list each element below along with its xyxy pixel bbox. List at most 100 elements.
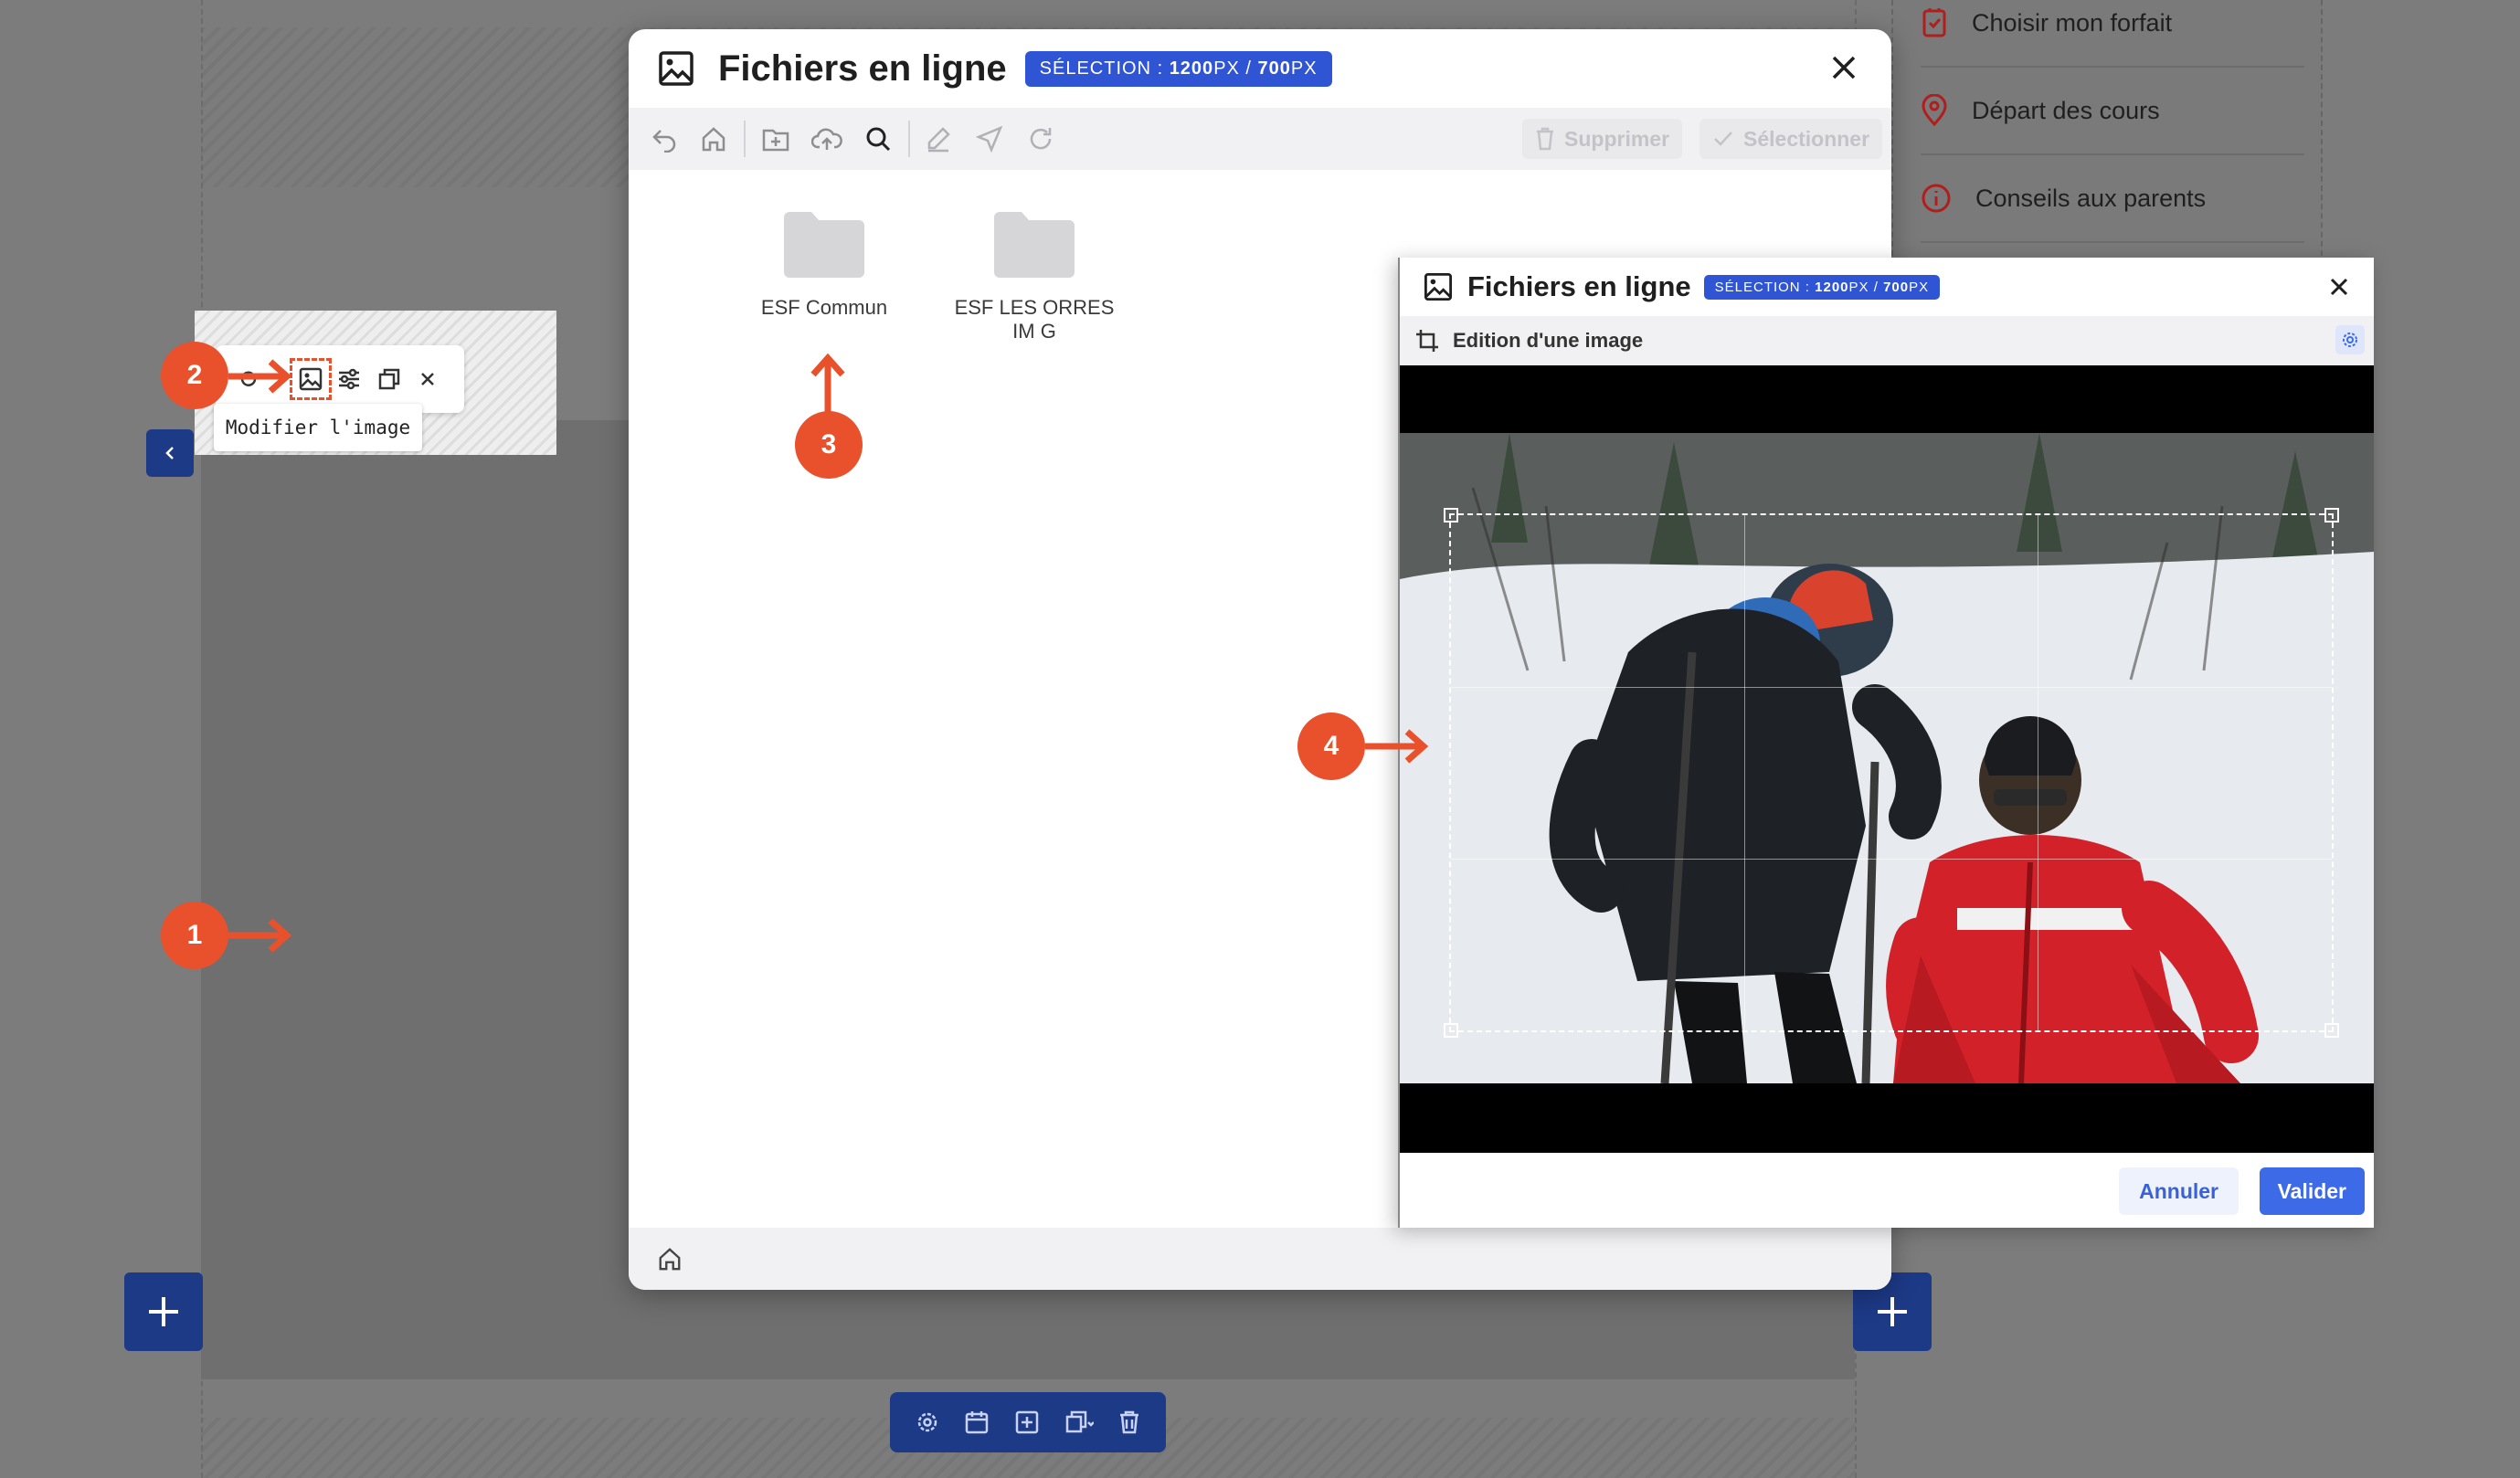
selection-prefix: SÉLECTION :: [1039, 58, 1170, 79]
annotation-marker-4: 4: [1297, 713, 1365, 780]
gear-icon: [2343, 333, 2357, 347]
remove-block-button[interactable]: [411, 363, 444, 396]
folder-icon: [784, 212, 864, 278]
search-button[interactable]: [863, 123, 894, 154]
ski-instructors-photo: [1400, 433, 2374, 1083]
selection-height: 700: [1257, 58, 1291, 79]
file-manager-footer: [629, 1228, 1891, 1290]
trash-icon[interactable]: [1117, 1409, 1141, 1435]
select-label: Sélectionner: [1743, 126, 1870, 151]
copy-icon: [378, 368, 400, 390]
image-editor-subbar: Edition d'une image: [1400, 316, 2374, 365]
edit-image-button[interactable]: [290, 358, 332, 400]
back-button[interactable]: [649, 123, 680, 154]
crop-grid-line: [1451, 858, 2332, 860]
breadcrumb-home[interactable]: [654, 1243, 685, 1274]
refresh-icon: [1030, 128, 1052, 150]
duplicate-section-icon[interactable]: [1064, 1409, 1094, 1435]
selection-separator: /: [1239, 58, 1258, 79]
image-icon: [299, 367, 323, 391]
annotation-arrow-2: [228, 359, 292, 394]
selection-unit: PX: [1213, 58, 1240, 79]
confirm-button[interactable]: Valider: [2259, 1167, 2365, 1215]
undo-icon: [652, 130, 676, 153]
annotation-arrow-4: [1365, 729, 1429, 764]
file-manager-close-button[interactable]: [1829, 53, 1858, 82]
move-button[interactable]: [974, 123, 1005, 154]
crop-handle-top-left[interactable]: [1444, 508, 1458, 523]
cancel-button[interactable]: Annuler: [2119, 1167, 2239, 1215]
sliders-icon: [339, 368, 359, 390]
close-icon: [1832, 56, 1856, 79]
crop-handle-bottom-right[interactable]: [2324, 1023, 2339, 1038]
ticket-icon: [1922, 8, 1946, 37]
toolbar-separator: [744, 121, 746, 157]
menu-item-label: Conseils aux parents: [1975, 184, 2207, 212]
annotation-arrow-1: [228, 918, 292, 953]
cloud-upload-icon: [811, 128, 842, 150]
menu-item-forfait[interactable]: Choisir mon forfait: [1921, 0, 2304, 68]
add-section-left-button[interactable]: [124, 1272, 203, 1351]
gear-icon[interactable]: [915, 1409, 940, 1435]
crop-grid-line: [1744, 515, 1745, 1030]
selection-width: 1200: [1169, 58, 1214, 79]
close-icon: [2330, 278, 2348, 296]
folder-item[interactable]: ESF LES ORRES IM G: [943, 208, 1126, 343]
upload-button[interactable]: [811, 123, 842, 154]
menu-item-label: Choisir mon forfait: [1972, 8, 2173, 37]
selection-height: 700: [1883, 279, 1910, 295]
annotation-marker-3: 3: [795, 411, 863, 479]
delete-label: Supprimer: [1564, 126, 1670, 151]
search-icon: [866, 127, 891, 152]
folder-plus-icon: [762, 129, 789, 152]
rename-button[interactable]: [923, 123, 954, 154]
new-folder-button[interactable]: [760, 123, 791, 154]
image-editor-subtitle: Edition d'une image: [1453, 329, 1644, 352]
annotation-marker-2: 2: [161, 342, 228, 409]
selection-unit: PX: [1848, 279, 1869, 295]
calendar-icon[interactable]: [964, 1409, 990, 1435]
crop-grid-line: [1451, 686, 2332, 688]
info-icon: [1922, 184, 1951, 213]
toolbar-separator: [908, 121, 910, 157]
folder-item[interactable]: ESF Commun: [733, 208, 916, 320]
image-editor-modal: Fichiers en ligne SÉLECTION : 1200PX / 7…: [1398, 258, 2374, 1228]
annotation-marker-1: 1: [161, 902, 228, 969]
collapse-panel-button[interactable]: [146, 429, 194, 477]
editor-settings-button[interactable]: [2335, 325, 2365, 354]
close-icon: [421, 373, 434, 385]
send-icon: [976, 125, 1003, 153]
image-editor-title: Fichiers en ligne: [1467, 270, 1691, 302]
selection-width: 1200: [1815, 279, 1849, 295]
select-button[interactable]: Sélectionner: [1699, 119, 1883, 159]
selection-unit: PX: [1909, 279, 1930, 295]
selection-unit: PX: [1290, 58, 1318, 79]
add-block-icon[interactable]: [1014, 1409, 1040, 1435]
menu-item-depart[interactable]: Départ des cours: [1921, 68, 2304, 155]
trash-icon: [1537, 127, 1553, 151]
home-icon: [659, 1248, 681, 1271]
refresh-button[interactable]: [1025, 123, 1056, 154]
image-settings-button[interactable]: [333, 363, 365, 396]
menu-item-conseils[interactable]: Conseils aux parents: [1921, 155, 2304, 243]
selection-size-badge: SÉLECTION : 1200PX / 700PX: [1024, 50, 1332, 87]
site-menu: Choisir mon forfait Départ des cours Con…: [1891, 0, 2323, 256]
home-icon: [702, 127, 725, 152]
plus-icon: [1878, 1297, 1907, 1326]
file-manager-header: Fichiers en ligne SÉLECTION : 1200PX / 7…: [629, 29, 1891, 108]
crop-canvas[interactable]: [1400, 365, 2374, 1153]
image-editor-close-button[interactable]: [2328, 276, 2350, 298]
crop-handle-top-right[interactable]: [2324, 508, 2339, 523]
section-toolbar: [890, 1392, 1166, 1452]
check-icon: [1714, 132, 1732, 146]
folder-name: ESF Commun: [760, 296, 888, 319]
crop-handle-bottom-left[interactable]: [1444, 1023, 1458, 1038]
file-manager-toolbar: Supprimer Sélectionner: [629, 108, 1891, 170]
duplicate-button[interactable]: [373, 363, 406, 396]
crop-selection[interactable]: [1444, 508, 2339, 1038]
plus-icon: [149, 1297, 178, 1326]
annotation-arrow-3: [810, 353, 845, 417]
delete-button[interactable]: Supprimer: [1522, 119, 1683, 159]
home-button[interactable]: [698, 123, 729, 154]
edit-image-tooltip: Modifier l'image: [214, 404, 422, 451]
